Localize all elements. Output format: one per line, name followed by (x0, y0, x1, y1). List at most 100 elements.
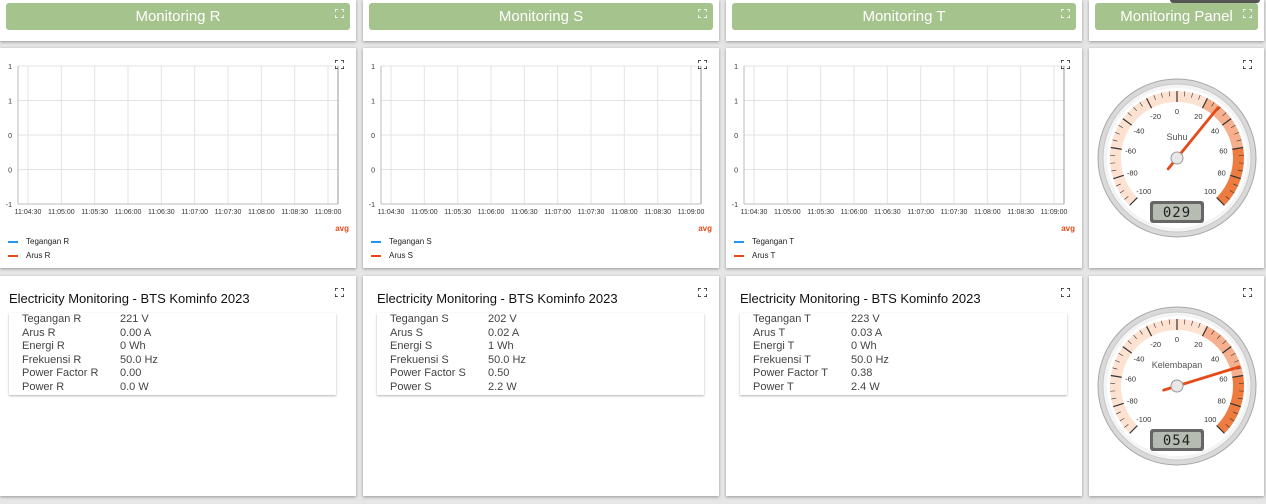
y-tick-label: -1 (369, 202, 375, 209)
expand-icon[interactable] (698, 288, 707, 297)
expand-icon[interactable] (1061, 288, 1070, 297)
header-title: Monitoring T (862, 8, 946, 25)
x-tick-label: 11:06:00 (478, 209, 505, 216)
legend-swatch-blue (8, 240, 18, 243)
x-tick-label: 11:06:30 (148, 209, 175, 216)
gauge-tick-label: -80 (1127, 397, 1138, 406)
y-tick-label: 0 (371, 133, 375, 140)
gauge-tick-label: 60 (1219, 375, 1227, 384)
row-value: 202 V (488, 313, 517, 325)
x-tick-label: 11:05:00 (48, 209, 75, 216)
expand-icon[interactable] (335, 60, 344, 69)
x-tick-label: 11:05:00 (774, 209, 801, 216)
row-label: Tegangan T (753, 313, 811, 325)
gauge-card-suhu: -100 -80 -60 -40 -20 0 20 40 60 80 100 Suhu 029 (1089, 48, 1264, 268)
table-row: Arus T 0.03 A (740, 327, 1067, 341)
legend-item[interactable]: Tegangan R (8, 237, 69, 246)
row-value: 221 V (120, 313, 149, 325)
y-tick-label: 0 (371, 168, 375, 175)
table-row: Energi T 0 Wh (740, 340, 1067, 354)
expand-icon[interactable] (698, 9, 707, 18)
legend-item[interactable]: Arus T (734, 251, 775, 260)
expand-icon[interactable] (1061, 60, 1070, 69)
row-label: Frekuensi S (390, 353, 449, 366)
x-tick-label: 11:09:00 (1041, 209, 1068, 216)
expand-icon[interactable] (1243, 60, 1252, 69)
row-value: 223 V (851, 313, 880, 325)
gauge-label: Kelembapan (1152, 360, 1203, 370)
row-label: Energi T (753, 340, 795, 353)
row-value: 0.00 A (120, 326, 152, 339)
legend-swatch-orange (734, 254, 744, 257)
expand-icon[interactable] (1061, 9, 1070, 18)
x-tick-label: 11:07:00 (181, 209, 208, 216)
gauge-value-readout: 029 (1163, 205, 1191, 221)
expand-icon[interactable] (1243, 288, 1252, 297)
legend-item[interactable]: Arus S (371, 251, 413, 260)
gauge-hub (1170, 151, 1184, 165)
gauge-tick-label: -20 (1150, 340, 1161, 349)
x-tick-label: 11:06:30 (511, 209, 538, 216)
x-tick-label: 11:07:30 (215, 209, 242, 216)
row-value: 50.0 Hz (488, 353, 526, 366)
row-value: 0.00 (120, 367, 142, 380)
legend-swatch-orange (371, 254, 381, 257)
x-tick-label: 11:08:30 (281, 209, 308, 216)
legend-label: Arus T (752, 251, 776, 260)
header-title: Monitoring S (498, 8, 584, 25)
header-bar-panel: Monitoring Panel (1095, 3, 1258, 30)
table-row: Power Factor T 0.38 (740, 367, 1067, 381)
x-tick-label: 11:07:00 (544, 209, 571, 216)
gauge-value-readout: 054 (1163, 433, 1191, 449)
gauge: -100 -80 -60 -40 -20 0 20 40 60 80100 Kelembapan 05… (1097, 306, 1257, 466)
top-right-tab[interactable] (1170, 0, 1260, 3)
legend-avg: avg (1061, 224, 1075, 233)
x-tick-label: 11:06:00 (115, 209, 142, 216)
gauge-label: Suhu (1166, 132, 1187, 142)
gauge-tick-label: -60 (1125, 375, 1136, 384)
gauge-tick-label: -40 (1134, 354, 1145, 363)
row-label: Frekuensi T (753, 353, 811, 366)
legend-label: Arus S (389, 251, 414, 260)
x-tick-label: 11:04:30 (15, 209, 42, 216)
expand-icon[interactable] (1243, 9, 1252, 18)
x-tick-label: 11:08:00 (974, 209, 1001, 216)
y-tick-label: -1 (732, 202, 738, 209)
y-tick-label: 0 (734, 133, 738, 140)
line-chart: 1 1 0 0 -111:04:30 11:05:00 11:05:30 11:06:00 11… (6, 64, 342, 216)
legend-item[interactable]: Arus R (8, 251, 50, 260)
row-value: 0.50 (488, 367, 510, 380)
x-tick-label: 11:08:30 (644, 209, 671, 216)
row-value: 0.0 W (120, 380, 149, 393)
gauge: -100 -80 -60 -40 -20 0 20 40 60 80100 Suhu 029 (1097, 78, 1257, 238)
row-label: Frekuensi R (22, 353, 82, 366)
gauge-tick-label: 80 (1218, 169, 1226, 178)
y-tick-label: -1 (6, 202, 12, 209)
y-tick-label: 0 (8, 168, 12, 175)
expand-icon[interactable] (335, 288, 344, 297)
gauge-tick-label: -100 (1136, 415, 1151, 424)
y-tick-label: 1 (8, 99, 12, 106)
x-tick-label: 11:07:30 (578, 209, 605, 216)
x-tick-label: 11:06:00 (841, 209, 868, 216)
gauge-hub (1170, 379, 1184, 393)
table-card-r: Electricity Monitoring - BTS Kominfo 202… (0, 276, 356, 496)
row-label: Energi R (22, 340, 65, 353)
header-title: Monitoring Panel (1120, 8, 1233, 25)
legend-item[interactable]: Tegangan S (371, 237, 432, 246)
legend-avg: avg (698, 224, 712, 233)
chart-card-s: 1 1 0 0 -1 11:04:30 11:05:00 11:05:30 11:06:00 11… (363, 48, 719, 268)
header-bar-r: Monitoring R (6, 3, 350, 30)
gauge-tick-label: 40 (1211, 354, 1219, 363)
table-row: Arus S 0.02 A (377, 327, 704, 341)
metrics-table: Tegangan S 202 V Arus S 0.02 A Energi S 1 W… (377, 313, 704, 395)
legend-item[interactable]: Tegangan T (734, 237, 794, 246)
line-chart: 1 1 0 0 -111:04:30 11:05:00 11:05:30 11:06:00 11… (732, 64, 1068, 216)
y-tick-label: 0 (734, 168, 738, 175)
table-row: Frekuensi R 50.0 Hz (9, 354, 336, 368)
expand-icon[interactable] (335, 9, 344, 18)
row-label: Energi S (390, 340, 433, 353)
table-row: Energi R 0 Wh (9, 340, 336, 354)
expand-icon[interactable] (698, 60, 707, 69)
x-tick-label: 11:08:00 (248, 209, 275, 216)
